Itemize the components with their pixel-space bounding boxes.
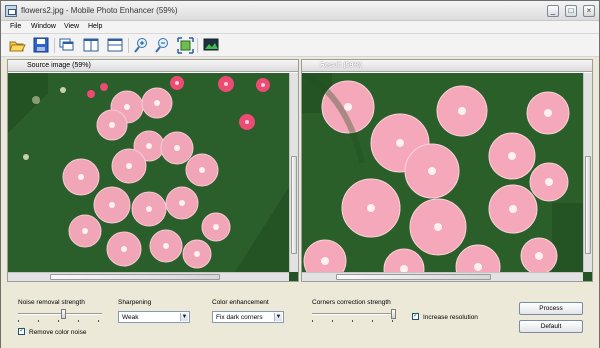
noise-removal-slider[interactable] — [18, 309, 102, 323]
source-image-panel: Source image (59%) — [7, 59, 299, 282]
corners-slider-thumb[interactable] — [391, 309, 396, 319]
menu-window[interactable]: Window — [31, 23, 56, 31]
save-icon[interactable] — [33, 37, 50, 54]
slider-tick — [58, 320, 59, 322]
slider-tick — [312, 320, 313, 322]
source-vertical-scrollbar[interactable] — [289, 73, 298, 272]
sharpening-select[interactable]: Weak ▼ — [118, 311, 190, 323]
slider-tick — [78, 320, 79, 322]
slider-tick — [352, 320, 353, 322]
source-vertical-scroll-thumb[interactable] — [291, 156, 297, 254]
menu-file[interactable]: File — [10, 23, 21, 31]
source-horizontal-scrollbar[interactable] — [8, 272, 289, 281]
default-button[interactable]: Default — [519, 320, 583, 333]
result-vertical-scroll-thumb[interactable] — [585, 156, 591, 254]
corners-slider-track — [312, 313, 396, 315]
slider-tick — [372, 320, 373, 322]
settings-panel: Noise removal strength ✓ Remove color no… — [1, 284, 599, 348]
noise-slider-thumb[interactable] — [61, 309, 67, 319]
result-vertical-scrollbar[interactable] — [583, 73, 592, 272]
noise-slider-track — [18, 313, 102, 315]
slider-tick — [18, 320, 19, 322]
color-enhancement-value: Fix dark corners — [216, 314, 263, 321]
result-panel-header: Result (59%) — [302, 60, 592, 72]
open-folder-icon[interactable] — [9, 37, 26, 54]
check-icon: ✓ — [19, 327, 25, 334]
menu-help[interactable]: Help — [88, 23, 102, 31]
check-icon: ✓ — [413, 312, 419, 319]
sharpening-label: Sharpening — [118, 299, 152, 306]
source-image[interactable] — [8, 73, 298, 281]
app-icon — [5, 5, 17, 17]
color-enhancement-select[interactable]: Fix dark corners ▼ — [212, 311, 284, 323]
chevron-down-icon: ▼ — [180, 313, 188, 321]
menu-view[interactable]: View — [64, 23, 79, 31]
toolbar — [1, 34, 599, 57]
remove-color-noise-checkbox[interactable]: ✓ — [18, 327, 25, 335]
split-horizontal-icon[interactable] — [107, 37, 124, 54]
slider-tick — [392, 320, 393, 322]
title-bar: flowers2.jpg - Mobile Photo Enhancer (59… — [1, 1, 599, 21]
slider-tick — [98, 320, 99, 322]
cascade-windows-icon[interactable] — [59, 37, 76, 54]
result-horizontal-scrollbar[interactable] — [302, 272, 583, 281]
remove-color-noise-label: Remove color noise — [29, 329, 87, 336]
result-panel-title: Result (59%) — [320, 62, 363, 69]
toolbar-separator — [197, 38, 198, 53]
minimize-button[interactable]: _ — [547, 5, 559, 17]
result-image[interactable] — [302, 73, 592, 281]
toolbar-separator — [54, 38, 55, 53]
process-button[interactable]: Process — [519, 302, 583, 315]
slider-tick — [38, 320, 39, 322]
source-horizontal-scroll-thumb[interactable] — [50, 274, 220, 280]
toolbar-separator — [128, 38, 129, 53]
increase-resolution-label: Increase resolution — [423, 314, 478, 321]
app-window: flowers2.jpg - Mobile Photo Enhancer (59… — [0, 0, 600, 348]
source-panel-title: Source image (59%) — [27, 62, 91, 69]
corners-correction-label: Corners correction strength — [312, 299, 391, 306]
corners-correction-slider[interactable] — [312, 309, 396, 323]
chevron-down-icon: ▼ — [274, 313, 282, 321]
split-vertical-icon[interactable] — [83, 37, 100, 54]
color-enhancement-label: Color enhancement — [212, 299, 269, 306]
sharpening-value: Weak — [122, 314, 139, 321]
slider-tick — [332, 320, 333, 322]
zoom-out-icon[interactable] — [154, 37, 171, 54]
maximize-button[interactable]: □ — [565, 5, 577, 17]
window-title: flowers2.jpg - Mobile Photo Enhancer (59… — [21, 6, 178, 15]
show-original-icon[interactable] — [203, 37, 220, 54]
result-horizontal-scroll-thumb[interactable] — [336, 274, 491, 280]
noise-removal-label: Noise removal strength — [18, 299, 85, 306]
fit-to-window-icon[interactable] — [177, 37, 194, 54]
increase-resolution-checkbox[interactable]: ✓ — [412, 312, 419, 320]
close-button[interactable]: × — [583, 5, 595, 17]
menu-bar: File Window View Help — [1, 21, 599, 34]
zoom-in-icon[interactable] — [133, 37, 150, 54]
result-image-panel: Result (59%) — [301, 59, 593, 282]
source-panel-header: Source image (59%) — [8, 60, 298, 72]
